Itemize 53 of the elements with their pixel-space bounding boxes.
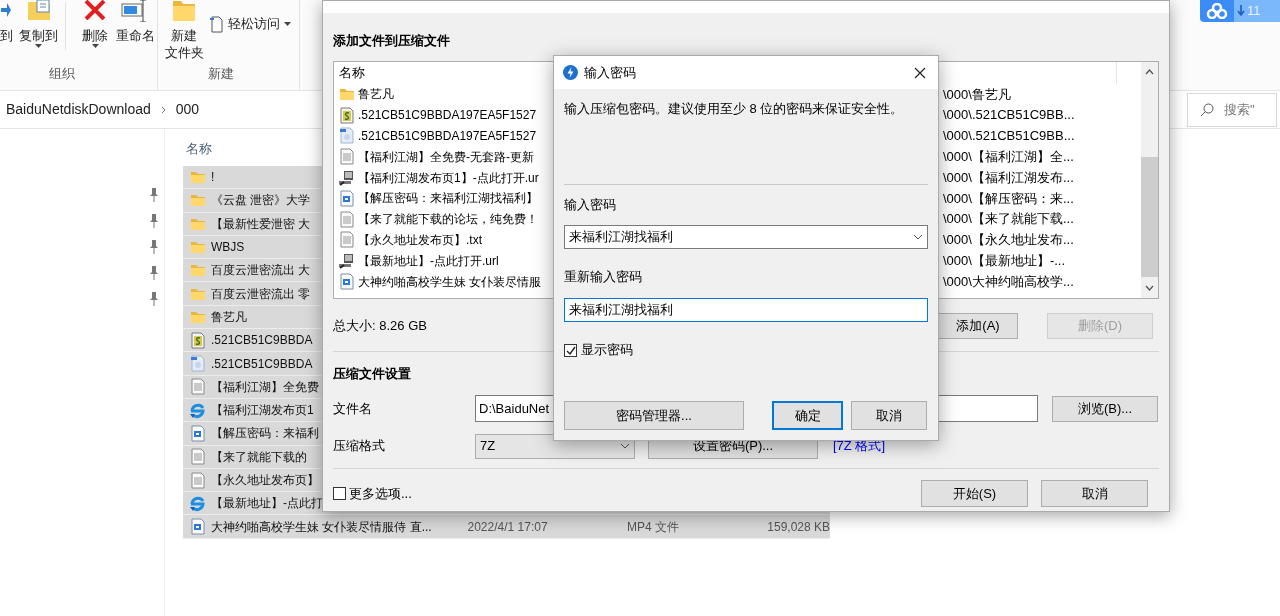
- file-name: 鲁艺凡: [211, 308, 247, 326]
- file-name: 百度云泄密流出 零: [211, 285, 311, 303]
- file-name: 【最新地址】-点此打: [211, 495, 323, 513]
- file-name: 百度云泄密流出 大: [211, 262, 311, 280]
- download-count: 11: [1247, 2, 1261, 21]
- field-label: 压缩格式: [333, 437, 386, 456]
- file-name: 大神约啪高校学生妹 女仆装尽情服侍 直...: [211, 518, 433, 536]
- file-name: .521CB51C9BBDA: [211, 355, 313, 373]
- list-cell-text: 大神约啪高校学生妹 女仆装尽情服: [358, 273, 542, 291]
- field-label: 重新输入密码: [564, 268, 643, 285]
- list-cell-text: \000\【最新地址】-...: [943, 252, 1066, 270]
- field-label: 输入密码: [564, 196, 617, 213]
- list-cell-text: 【永久地址发布页】.txt: [358, 231, 482, 249]
- hint-text: 输入压缩包密码。建议使用至少 8 位的密码来保证安全性。: [564, 100, 905, 117]
- list-cell-text: \000\【永久地址发布...: [943, 231, 1074, 250]
- checkbox-label: 更多选项...: [349, 484, 412, 503]
- list-cell-text: 【解压密码：来福利江湖找福利】: [358, 190, 538, 208]
- list-cell-text: \000\鲁艺凡: [943, 85, 1011, 104]
- file-name: 【福利江湖】全免费: [211, 378, 319, 396]
- file-size: 159,028 KB: [766, 518, 830, 536]
- list-cell-text: \000\【来了就能下载...: [943, 210, 1074, 229]
- list-cell-text: 【福利江湖】全免费-无套路-更新: [358, 148, 534, 166]
- list-cell-text: .521CB51C9BBDA197EA5F1527: [358, 128, 537, 145]
- file-name: 【来了就能下载的: [211, 448, 307, 466]
- file-name: 【解压密码：来福利: [211, 425, 319, 443]
- file-name: 【永久地址发布页】: [211, 472, 319, 489]
- file-date: 2022/4/1 17:07: [467, 518, 549, 536]
- section-heading: 添加文件到压缩文件: [333, 32, 451, 49]
- list-cell-text: \000\大神约啪高校学...: [943, 272, 1074, 291]
- list-cell-text: \000\【解压密码：来...: [943, 189, 1074, 208]
- list-cell-text: .521CB51C9BBDA197EA5F1527: [358, 107, 537, 125]
- list-cell-text: \000\【福利江湖】全...: [943, 148, 1074, 167]
- list-cell-text: 【来了就能下载的论坛，纯免费！: [358, 211, 538, 229]
- file-type: MP4 文件: [626, 518, 680, 536]
- list-cell-text: \000\.521CB51C9BB...: [943, 127, 1075, 146]
- file-name: 《云盘 泄密》大学: [211, 192, 311, 210]
- list-cell-text: 鲁艺凡: [358, 86, 394, 104]
- file-name: WBJS: [211, 239, 245, 257]
- checkbox-label: 显示密码: [581, 341, 633, 360]
- list-cell-text: \000\【福利江湖发布...: [943, 168, 1074, 187]
- field-label: 文件名: [333, 399, 373, 418]
- file-name: !: [211, 169, 215, 187]
- list-cell-text: 【福利江湖发布页1】-点此打开.ur: [358, 169, 539, 187]
- list-cell-text: \000\.521CB51C9BB...: [943, 106, 1075, 125]
- group-label: 组织: [47, 65, 76, 83]
- group-label: 新建: [206, 65, 235, 83]
- file-name: .521CB51C9BBDA: [211, 332, 313, 350]
- window-title: 输入密码: [584, 63, 637, 82]
- section-heading: 压缩文件设置: [333, 365, 412, 381]
- file-name: 【最新性爱泄密 大: [211, 215, 311, 233]
- list-cell-text: 【最新地址】-点此打开.url: [358, 252, 499, 270]
- file-name: 【福利江湖发布页1: [211, 402, 314, 420]
- total-size: 总大小: 8.26 GB: [333, 317, 428, 336]
